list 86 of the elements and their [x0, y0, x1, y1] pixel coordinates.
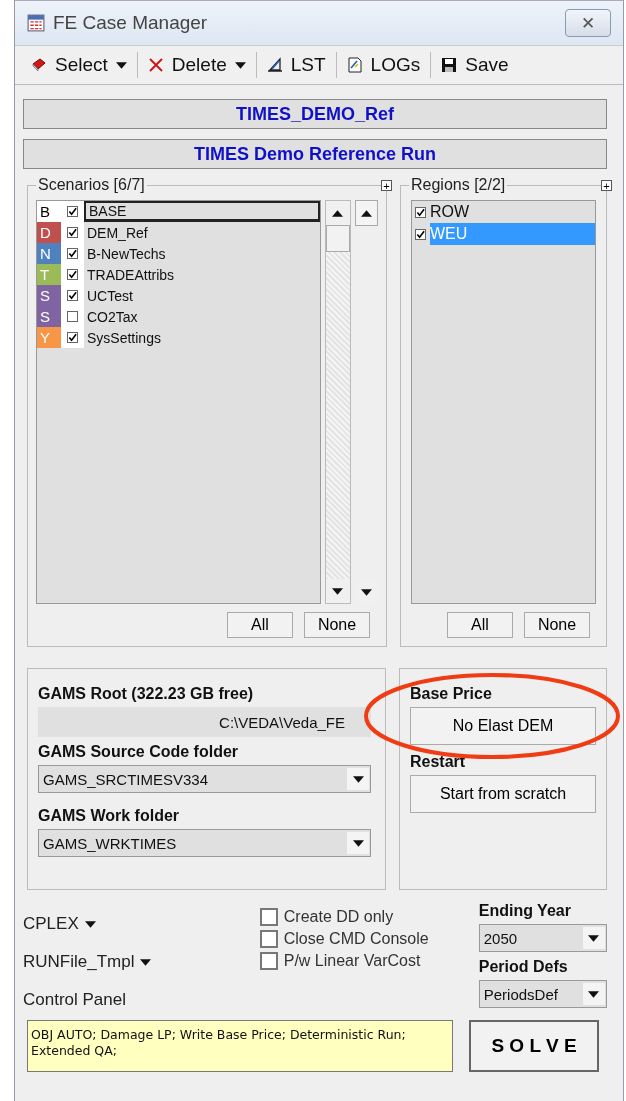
dropdown[interactable]: GAMS_SRCTIMESV334	[38, 765, 371, 793]
field-label: GAMS Source Code folder	[38, 743, 240, 761]
scroll-up-button[interactable]	[326, 201, 350, 225]
caret-icon	[84, 920, 96, 928]
toolbar-button[interactable]: LOGs	[336, 54, 431, 76]
down-triangle-icon	[352, 839, 364, 847]
scenario-letter: N	[37, 243, 61, 264]
checkbox[interactable]	[259, 930, 278, 948]
close-button[interactable]: ✕	[565, 9, 611, 37]
move-up-button[interactable]	[354, 200, 378, 226]
control-panel-link[interactable]: Control Panel	[23, 988, 260, 1012]
scenario-item[interactable]: DEM_Ref	[84, 222, 320, 243]
scroll-down-button[interactable]	[326, 579, 350, 603]
all-button[interactable]: All	[227, 612, 293, 638]
path-field[interactable]: C:\VEDA\Veda_FE	[38, 707, 371, 737]
down-triangle-icon	[352, 775, 364, 783]
delete-button[interactable]: Delete	[137, 54, 256, 76]
toolbar-button[interactable]: LST	[256, 54, 336, 76]
field-label: Period Defs	[478, 958, 569, 976]
checkbox[interactable]	[67, 290, 78, 301]
checkbox[interactable]	[415, 228, 426, 240]
scroll-thumb[interactable]	[326, 225, 350, 252]
field-label: GAMS Root (322.23 GB free)	[38, 685, 255, 703]
dropdown[interactable]: 2050	[478, 924, 607, 952]
field-label: Base Price	[410, 685, 493, 703]
restart-button[interactable]: Start from scratch	[410, 775, 596, 813]
document-icon	[346, 57, 363, 73]
caret-icon	[140, 958, 152, 966]
down-triangle-icon	[588, 934, 600, 942]
expand-button[interactable]: +	[381, 180, 392, 191]
checkbox[interactable]	[67, 227, 78, 238]
case-description: TIMES Demo Reference Run	[23, 139, 607, 169]
field-label: GAMS Work folder	[38, 807, 181, 825]
down-triangle-icon	[360, 588, 372, 596]
scenario-letter: S	[37, 306, 61, 327]
all-button[interactable]: All	[447, 612, 513, 638]
checkbox[interactable]	[67, 269, 78, 280]
pencil-icon	[266, 57, 283, 73]
select-button[interactable]: Select	[21, 54, 137, 76]
checkbox[interactable]	[415, 206, 426, 218]
down-triangle-icon	[332, 587, 344, 595]
cross-icon	[147, 57, 164, 73]
group-title: Regions [2/2]	[409, 176, 508, 194]
solve-button[interactable]: S O L V E	[469, 1020, 599, 1072]
run-summary: OBJ AUTO; Damage LP; Write Base Price; Deterministic Run; Extended QA;	[27, 1020, 453, 1072]
scenario-letter: T	[37, 264, 61, 285]
menu-button[interactable]: CPLEX	[23, 912, 260, 936]
scenario-item[interactable]: UCTest	[84, 285, 320, 306]
option-label: Create DD only	[283, 908, 394, 926]
scenario-letter: S	[37, 285, 61, 306]
region-item[interactable]: ROW	[430, 201, 595, 223]
menu-button[interactable]: RUNFile_Tmpl	[23, 950, 260, 974]
group-title: Scenarios [6/7]	[36, 176, 147, 194]
field-label: Restart	[410, 753, 467, 771]
scenario-letter: B	[37, 201, 61, 222]
dropdown[interactable]: PeriodsDef	[478, 980, 607, 1008]
option-label: Close CMD Console	[283, 930, 429, 948]
checkbox[interactable]	[259, 952, 278, 970]
scenario-letter: Y	[37, 327, 61, 348]
scenario-letter: D	[37, 222, 61, 243]
none-button[interactable]: None	[524, 612, 590, 638]
checkbox[interactable]	[67, 206, 78, 217]
up-triangle-icon	[360, 209, 372, 217]
dropdown[interactable]: GAMS_WRKTIMES	[38, 829, 371, 857]
scenario-item[interactable]: BASE	[84, 201, 320, 222]
scenario-item[interactable]: B-NewTechs	[84, 243, 320, 264]
scenario-item[interactable]: SysSettings	[84, 327, 320, 348]
option-label: P/w Linear VarCost	[283, 952, 421, 970]
window-title: FE Case Manager	[53, 12, 209, 34]
app-icon	[27, 14, 45, 32]
checkbox[interactable]	[67, 332, 78, 343]
none-button[interactable]: None	[304, 612, 370, 638]
checkbox[interactable]	[67, 248, 78, 259]
field-label: Ending Year	[478, 902, 572, 920]
expand-button[interactable]: +	[601, 180, 612, 191]
checkbox[interactable]	[67, 311, 78, 322]
scenario-item[interactable]: CO2Tax	[84, 306, 320, 327]
scenario-item[interactable]: TRADEAttribs	[84, 264, 320, 285]
up-triangle-icon	[332, 209, 344, 217]
scrollbar[interactable]	[325, 200, 351, 604]
save-button[interactable]: Save	[431, 54, 519, 76]
base-price-button[interactable]: No Elast DEM	[410, 707, 596, 745]
checkbox[interactable]	[259, 908, 278, 926]
down-triangle-icon	[588, 990, 600, 998]
case-name: TIMES_DEMO_Ref	[23, 99, 607, 129]
book-icon	[31, 57, 47, 73]
